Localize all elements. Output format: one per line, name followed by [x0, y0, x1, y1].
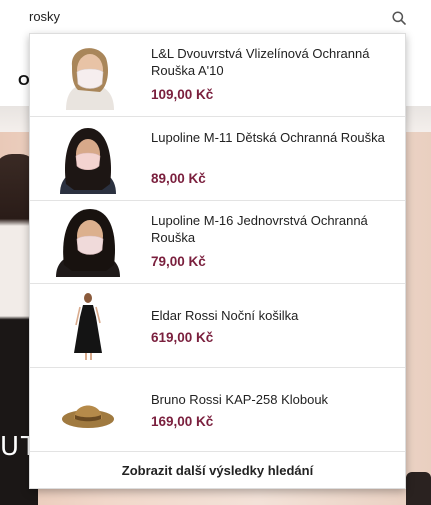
result-name: Bruno Rossi KAP-258 Klobouk [151, 392, 329, 407]
search-bar [29, 0, 406, 34]
nightgown-photo [52, 291, 124, 361]
search-result-item[interactable]: Lupoline M-11 Dětská Ochranná Rouška 89,… [30, 118, 405, 201]
search-result-item[interactable]: Eldar Rossi Noční košilka 619,00 Kč [30, 285, 405, 368]
hat-photo [52, 375, 124, 445]
result-name: L&L Dvouvrstvá Vlizelínová Ochranná Rouš… [151, 46, 370, 78]
result-name: Eldar Rossi Noční košilka [151, 308, 299, 323]
banner-model-legs-image [406, 472, 431, 505]
face-mask-woman-photo [52, 207, 124, 277]
result-price: 89,00 Kč [151, 171, 206, 186]
search-suggestions-dropdown: L&L Dvouvrstvá Vlizelínová Ochranná Rouš… [29, 33, 406, 489]
result-name: Lupoline M-16 Jednovrstvá Ochranná Roušk… [151, 213, 368, 245]
result-price: 109,00 Kč [151, 87, 214, 102]
search-icon[interactable] [392, 11, 406, 25]
search-result-item[interactable]: L&L Dvouvrstvá Vlizelínová Ochranná Rouš… [30, 34, 405, 117]
search-result-item[interactable]: Lupoline M-16 Jednovrstvá Ochranná Roušk… [30, 201, 405, 284]
nav-item-fragment[interactable]: O [18, 72, 30, 89]
result-price: 79,00 Kč [151, 254, 206, 269]
result-price: 169,00 Kč [151, 414, 214, 429]
result-name: Lupoline M-11 Dětská Ochranná Rouška [151, 130, 385, 145]
face-mask-woman-photo [52, 40, 124, 110]
search-result-item[interactable]: Bruno Rossi KAP-258 Klobouk 169,00 Kč [30, 369, 405, 452]
show-more-results-link[interactable]: Zobrazit další výsledky hledání [30, 454, 405, 488]
result-price: 619,00 Kč [151, 330, 214, 345]
child-face-mask-photo [52, 124, 124, 194]
search-input[interactable] [29, 6, 369, 26]
